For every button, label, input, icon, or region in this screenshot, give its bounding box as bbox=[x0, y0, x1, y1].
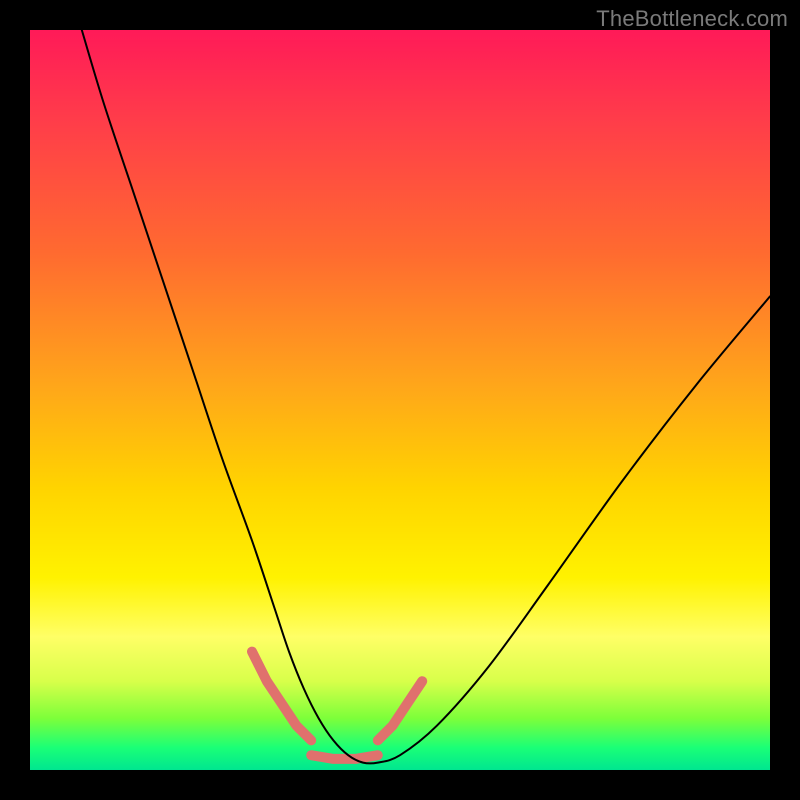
highlight-segment bbox=[378, 681, 422, 740]
chart-svg bbox=[30, 30, 770, 770]
highlight-segment bbox=[311, 755, 378, 759]
highlight-segment bbox=[252, 652, 311, 741]
curve-layer bbox=[82, 30, 770, 764]
watermark-text: TheBottleneck.com bbox=[596, 6, 788, 32]
plot-area bbox=[30, 30, 770, 770]
chart-frame: TheBottleneck.com bbox=[0, 0, 800, 800]
highlight-layer bbox=[252, 652, 422, 759]
bottleneck-curve-path bbox=[82, 30, 770, 764]
